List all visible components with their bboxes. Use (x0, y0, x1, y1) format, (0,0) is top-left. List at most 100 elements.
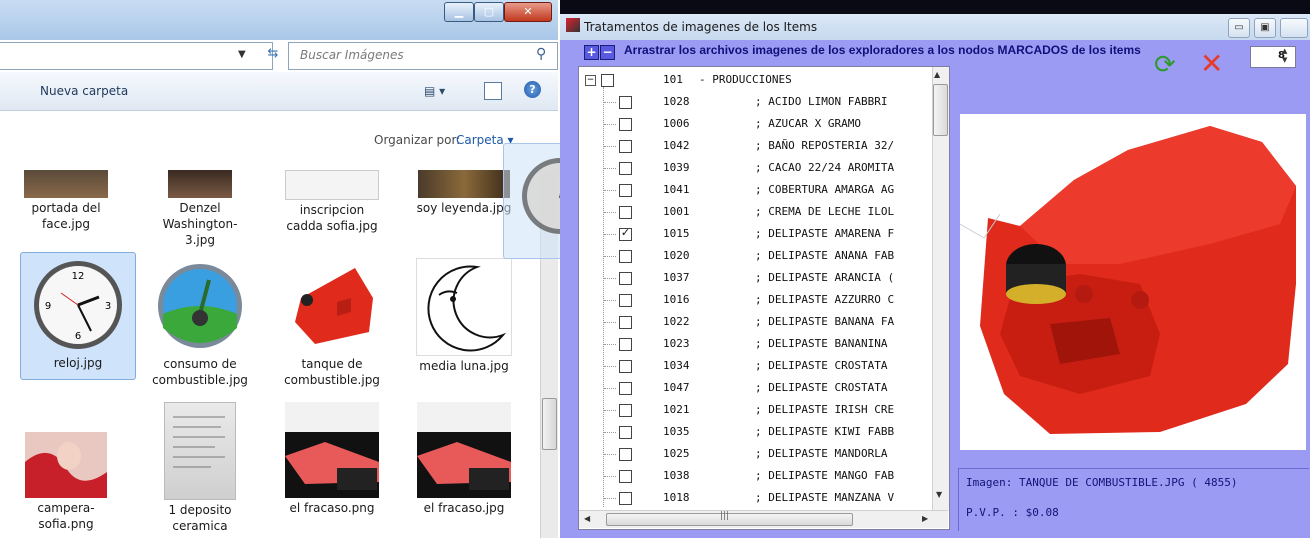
scroll-right-icon[interactable]: ▶ (922, 514, 928, 523)
item-checkbox[interactable] (619, 96, 632, 109)
tree-item-row[interactable]: 1028 ; ACIDO LIMON FABBRI (579, 91, 935, 113)
tree-item-row[interactable]: 1038 ; DELIPASTE MANGO FAB (579, 465, 935, 487)
minimize-button[interactable]: ▁ (444, 2, 474, 22)
file-name: tanque de combustible.jpg (284, 357, 380, 387)
scrollbar-thumb[interactable] (542, 398, 557, 450)
maximize-button[interactable]: ▢ (474, 2, 504, 22)
tree-item-row[interactable]: 1023 ; DELIPASTE BANANINA (579, 333, 935, 355)
tree-item-row[interactable]: 1034 ; DELIPASTE CROSTATA (579, 355, 935, 377)
item-checkbox[interactable] (619, 272, 632, 285)
chevron-down-icon[interactable]: ▼ (238, 49, 246, 60)
new-folder-button[interactable]: Nueva carpeta (40, 84, 128, 98)
scroll-left-icon[interactable]: ◀ (584, 514, 590, 523)
scrollbar-thumb[interactable] (933, 84, 948, 136)
fuel-tank-thumbnail (285, 258, 379, 354)
file-item[interactable]: el fracaso.png (280, 402, 384, 516)
item-code: 1041 (663, 183, 690, 196)
close-button[interactable]: ✕ (504, 2, 552, 22)
file-item[interactable]: inscripcion cadda sofia.jpg (280, 170, 384, 234)
file-item-selected[interactable]: 12 3 6 9 reloj.jpg (20, 252, 136, 380)
tree-item-row[interactable]: 1018 ; DELIPASTE MANZANA V (579, 487, 935, 509)
spinner-arrows-icon[interactable]: ▲ ▼ (1282, 47, 1287, 65)
window-title: Tratamentos de imagenes de los Items (584, 20, 818, 34)
view-options-icon[interactable]: ▤ ▾ (424, 84, 445, 98)
scroll-down-icon[interactable]: ▼ (936, 490, 942, 499)
tree-item-row[interactable]: 1006 ; AZUCAR X GRAMO (579, 113, 935, 135)
item-code: 1006 (663, 117, 690, 130)
refresh-icon[interactable]: ⇆ (262, 46, 284, 66)
tree-item-row[interactable]: 1020 ; DELIPASTE ANANA FAB (579, 245, 935, 267)
file-item[interactable]: portada del face.jpg (14, 170, 118, 232)
search-icon[interactable]: ⚲ (536, 46, 546, 62)
preview-pane-icon[interactable] (484, 82, 502, 100)
item-checkbox[interactable] (619, 206, 632, 219)
item-checkbox[interactable] (619, 492, 632, 505)
file-item[interactable]: soy leyenda.jpg (412, 170, 516, 216)
item-checkbox[interactable]: ✓ (619, 226, 632, 241)
file-item[interactable]: el fracaso.jpg (412, 402, 516, 516)
delete-icon[interactable]: ✕ (1200, 47, 1223, 80)
file-item[interactable]: campera-sofia.png (14, 402, 118, 532)
item-name: ; DELIPASTE KIWI FABB (755, 425, 895, 438)
file-item[interactable]: consumo de combustible.jpg (148, 258, 252, 388)
tree-item-row[interactable]: 1042 ; BAÑO REPOSTERIA 32/ (579, 135, 935, 157)
file-item[interactable]: media luna.jpg (412, 258, 516, 374)
tree-item-row[interactable]: 1025 ; DELIPASTE MANDORLA (579, 443, 935, 465)
minimize-button[interactable]: ▭ (1228, 18, 1250, 38)
file-item[interactable]: tanque de combustible.jpg (280, 258, 384, 388)
image-preview[interactable] (959, 114, 1306, 450)
item-checkbox[interactable] (619, 162, 632, 175)
search-input[interactable]: Buscar Imágenes (300, 48, 404, 62)
item-checkbox[interactable] (619, 316, 632, 329)
tree-item-row[interactable]: 1022 ; DELIPASTE BANANA FA (579, 311, 935, 333)
file-name: consumo de combustible.jpg (152, 357, 248, 387)
item-code: 1038 (663, 469, 690, 482)
item-code: 1023 (663, 337, 690, 350)
count-spinner[interactable] (1250, 46, 1296, 68)
items-tree[interactable]: − 101 - PRODUCCIONES 1028; ACIDO LIMON F… (578, 66, 950, 530)
tree-item-row[interactable]: 1001 ; CREMA DE LECHE ILOL (579, 201, 935, 223)
address-bar[interactable] (0, 42, 273, 70)
item-checkbox[interactable] (619, 140, 632, 153)
collapse-icon[interactable]: − (600, 45, 615, 60)
expand-icon[interactable]: + (584, 45, 599, 60)
item-checkbox[interactable] (619, 184, 632, 197)
tree-item-row[interactable]: 1021 ; DELIPASTE IRISH CRE (579, 399, 935, 421)
scroll-up-icon[interactable]: ▲ (934, 70, 940, 79)
file-name: el fracaso.jpg (423, 501, 505, 515)
file-thumbnail (24, 170, 108, 198)
close-icon: ✕ (523, 5, 533, 18)
file-thumbnail (19, 402, 113, 498)
item-checkbox[interactable] (619, 360, 632, 373)
item-checkbox[interactable] (619, 426, 632, 439)
item-checkbox[interactable] (619, 294, 632, 307)
item-code: 1035 (663, 425, 690, 438)
tree-item-row[interactable]: 1041 ; COBERTURA AMARGA AG (579, 179, 935, 201)
tree-item-row[interactable]: 1037 ; DELIPASTE ARANCIA ( (579, 267, 935, 289)
scrollbar-thumb[interactable] (606, 513, 853, 526)
file-explorer-window: ▁ ▢ ✕ ▼ ⇆ Buscar Imágenes ⚲ Nueva carpet… (0, 0, 558, 538)
item-name: ; DELIPASTE BANANINA (755, 337, 888, 350)
tree-item-row[interactable]: ✓ 1015 ; DELIPASTE AMARENA F (579, 223, 935, 245)
maximize-button[interactable]: ▣ (1254, 18, 1276, 38)
reload-icon[interactable]: ⟳ (1154, 50, 1176, 80)
tree-item-row[interactable]: 1016 ; DELIPASTE AZZURRO C (579, 289, 935, 311)
tree-item-row[interactable]: 1039 ; CACAO 22/24 AROMITA (579, 157, 935, 179)
item-checkbox[interactable] (619, 404, 632, 417)
file-item[interactable]: Denzel Washington-3.jpg (148, 170, 252, 248)
item-name: ; DELIPASTE CROSTATA (755, 381, 888, 394)
file-thumbnail (285, 402, 379, 498)
tree-connector (604, 498, 616, 499)
item-checkbox[interactable] (619, 338, 632, 351)
file-item[interactable]: 1 deposito ceramica (148, 402, 252, 534)
item-checkbox[interactable] (619, 118, 632, 131)
tree-item-row[interactable]: 1047 ; DELIPASTE CROSTATA (579, 377, 935, 399)
item-checkbox[interactable] (619, 448, 632, 461)
item-checkbox[interactable] (619, 470, 632, 483)
item-checkbox[interactable] (619, 250, 632, 263)
tree-item-row[interactable]: 1035 ; DELIPASTE KIWI FABB (579, 421, 935, 443)
item-checkbox[interactable] (619, 382, 632, 395)
item-code: 1034 (663, 359, 690, 372)
close-button[interactable] (1280, 18, 1308, 38)
help-icon[interactable]: ? (524, 81, 541, 98)
